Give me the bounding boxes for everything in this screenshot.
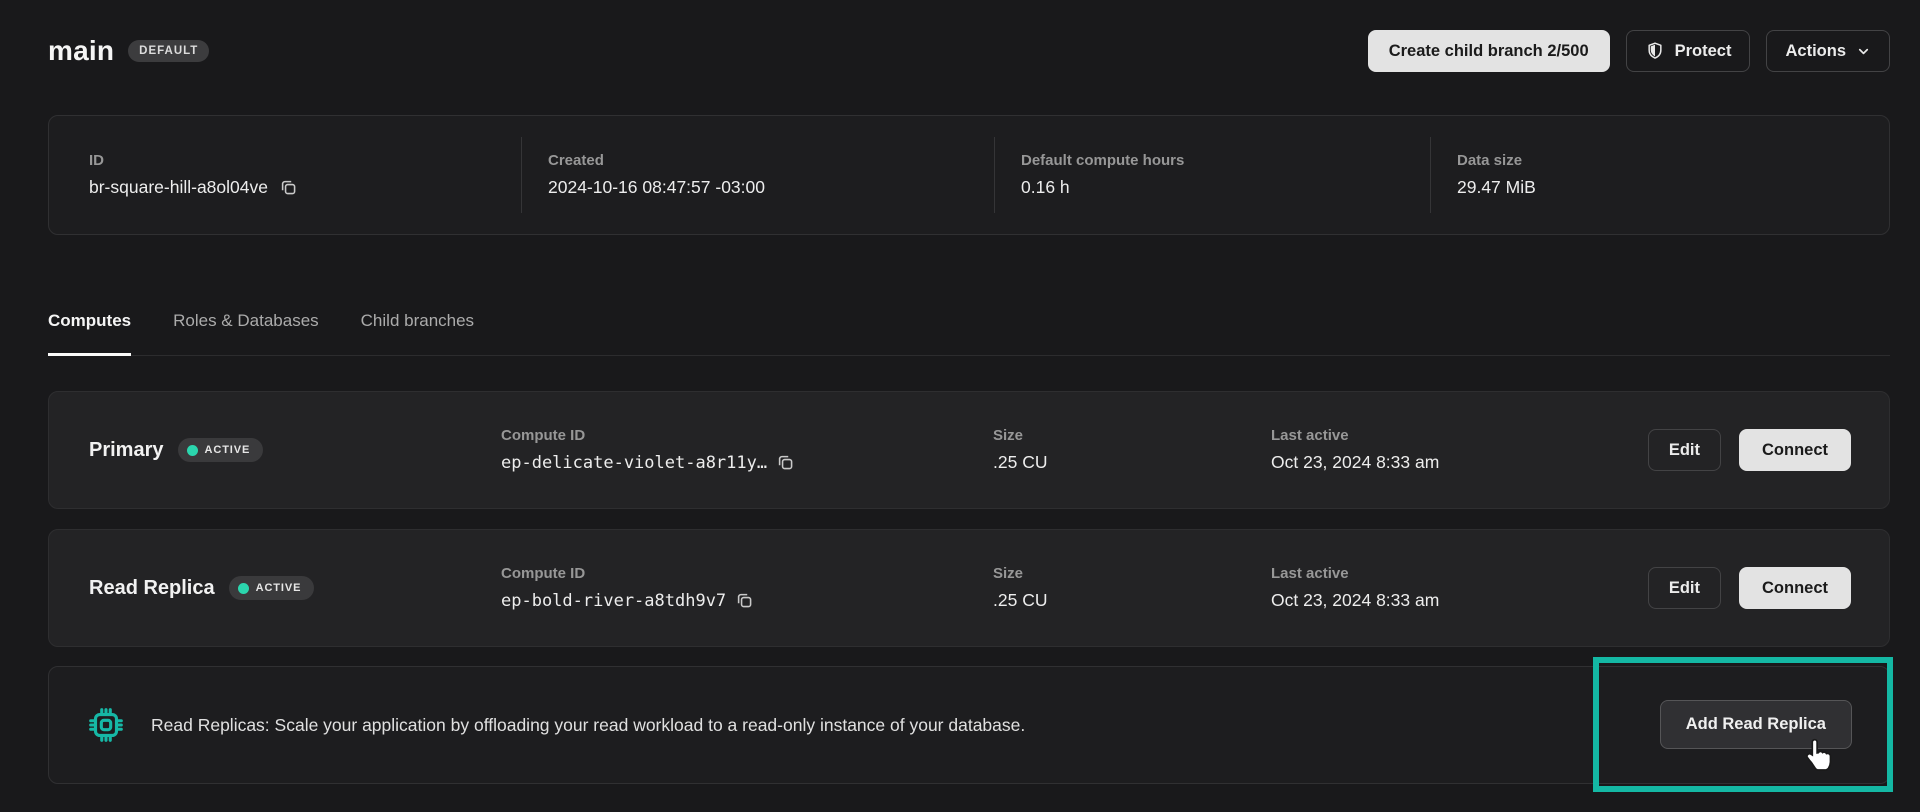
connect-button[interactable]: Connect — [1739, 567, 1851, 609]
compute-id-value: ep-bold-river-a8tdh9v7 — [501, 590, 993, 611]
info-field-value: 29.47 MiB — [1457, 177, 1536, 198]
info-field-id: ID br-square-hill-a8ol04ve — [49, 116, 521, 234]
cpu-chip-icon — [89, 708, 123, 742]
tab-computes[interactable]: Computes — [48, 305, 131, 355]
copy-branch-id-button[interactable] — [278, 177, 299, 198]
last-active-value: Oct 23, 2024 8:33 am — [1271, 590, 1648, 611]
info-field-data-size: Data size 29.47 MiB — [1431, 116, 1889, 234]
tab-roles-databases[interactable]: Roles & Databases — [173, 305, 319, 355]
size-label: Size — [993, 427, 1271, 444]
actions-button[interactable]: Actions — [1766, 30, 1890, 72]
info-field-value: 2024-10-16 08:47:57 -03:00 — [548, 177, 765, 198]
info-field-value: br-square-hill-a8ol04ve — [89, 177, 299, 198]
compute-id-label: Compute ID — [501, 427, 993, 444]
info-field-label: Created — [548, 152, 765, 169]
row-buttons: Edit Connect — [1648, 567, 1851, 609]
size-value: .25 CU — [993, 452, 1271, 473]
status-badge: ACTIVE — [229, 576, 315, 600]
size-value: .25 CU — [993, 590, 1271, 611]
copy-compute-id-button[interactable] — [775, 452, 796, 473]
compute-row-primary: Primary ACTIVE Compute ID ep-delicate-vi… — [48, 391, 1890, 509]
status-dot — [238, 583, 249, 594]
compute-id-value: ep-delicate-violet-a8r11y… — [501, 452, 993, 473]
tab-bar: Computes Roles & Databases Child branche… — [48, 305, 1890, 356]
compute-row-read-replica: Read Replica ACTIVE Compute ID ep-bold-r… — [48, 529, 1890, 647]
add-read-replica-button[interactable]: Add Read Replica — [1660, 700, 1852, 749]
compute-name-block: Read Replica ACTIVE — [89, 576, 501, 600]
header-actions: Create child branch 2/500 Protect Action… — [1368, 30, 1890, 72]
last-active-cell: Last active Oct 23, 2024 8:33 am — [1271, 427, 1648, 473]
page-content: main DEFAULT Create child branch 2/500 P… — [0, 28, 1920, 784]
info-field-created: Created 2024-10-16 08:47:57 -03:00 — [522, 116, 994, 234]
status-dot — [187, 445, 198, 456]
connect-button[interactable]: Connect — [1739, 429, 1851, 471]
read-replica-banner: Read Replicas: Scale your application by… — [48, 666, 1890, 784]
info-field-value: 0.16 h — [1021, 177, 1184, 198]
branch-detail-screen: main DEFAULT Create child branch 2/500 P… — [0, 0, 1920, 812]
create-child-branch-button[interactable]: Create child branch 2/500 — [1368, 30, 1610, 72]
chevron-down-icon — [1856, 44, 1871, 59]
status-badge: ACTIVE — [178, 438, 264, 462]
default-badge: DEFAULT — [128, 40, 209, 62]
copy-icon — [775, 452, 796, 473]
compute-id-text: ep-bold-river-a8tdh9v7 — [501, 591, 726, 611]
compute-name-block: Primary ACTIVE — [89, 438, 501, 462]
status-label: ACTIVE — [205, 444, 251, 456]
last-active-cell: Last active Oct 23, 2024 8:33 am — [1271, 565, 1648, 611]
page-title: main — [48, 35, 114, 67]
tab-child-branches[interactable]: Child branches — [361, 305, 474, 355]
actions-label: Actions — [1785, 42, 1846, 61]
size-cell: Size .25 CU — [993, 565, 1271, 611]
copy-icon — [734, 590, 755, 611]
size-label: Size — [993, 565, 1271, 582]
compute-name: Read Replica — [89, 577, 215, 600]
last-active-label: Last active — [1271, 427, 1648, 444]
status-label: ACTIVE — [256, 582, 302, 594]
last-active-value: Oct 23, 2024 8:33 am — [1271, 452, 1648, 473]
shield-icon — [1645, 41, 1665, 61]
compute-id-cell: Compute ID ep-delicate-violet-a8r11y… — [501, 427, 993, 473]
compute-id-text: ep-delicate-violet-a8r11y… — [501, 453, 767, 473]
compute-name: Primary — [89, 439, 164, 462]
branch-info-card: ID br-square-hill-a8ol04ve — [48, 115, 1890, 235]
row-buttons: Edit Connect — [1648, 429, 1851, 471]
info-field-compute-hours: Default compute hours 0.16 h — [995, 116, 1430, 234]
branch-id-text: br-square-hill-a8ol04ve — [89, 177, 268, 198]
info-field-label: Default compute hours — [1021, 152, 1184, 169]
copy-icon — [278, 177, 299, 198]
protect-label: Protect — [1675, 42, 1732, 61]
info-field-label: Data size — [1457, 152, 1536, 169]
last-active-label: Last active — [1271, 565, 1648, 582]
copy-compute-id-button[interactable] — [734, 590, 755, 611]
size-cell: Size .25 CU — [993, 427, 1271, 473]
info-field-label: ID — [89, 152, 299, 169]
compute-id-label: Compute ID — [501, 565, 993, 582]
banner-text: Read Replicas: Scale your application by… — [151, 715, 1025, 736]
protect-button[interactable]: Protect — [1626, 30, 1751, 72]
compute-id-cell: Compute ID ep-bold-river-a8tdh9v7 — [501, 565, 993, 611]
edit-button[interactable]: Edit — [1648, 567, 1721, 609]
header: main DEFAULT Create child branch 2/500 P… — [48, 28, 1890, 74]
edit-button[interactable]: Edit — [1648, 429, 1721, 471]
